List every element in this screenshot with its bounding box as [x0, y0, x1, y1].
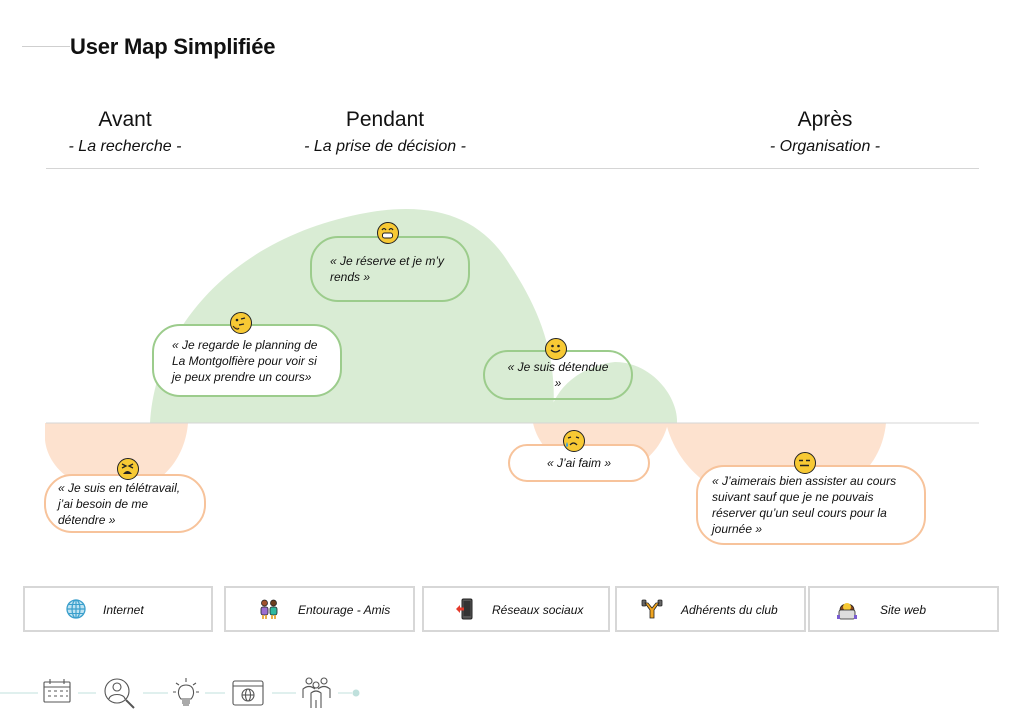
moment-quote: « J’ai faim » [546, 456, 612, 470]
moment-bubble: « J’aimerais bien assister au cours suiv… [696, 465, 926, 545]
timeline-end-dot [352, 689, 360, 697]
moment-quote: « Je réserve et je m’y rends » [330, 254, 445, 284]
channel-entourage: Entourage - Amis [224, 586, 415, 632]
channel-site-web: Site web [808, 586, 999, 632]
channel-label: Entourage - Amis [298, 603, 391, 617]
web-browser-icon [232, 680, 264, 706]
moment-quote: « Je suis détendue » [507, 360, 609, 390]
footer-steps [0, 677, 360, 709]
moment-quote: « J’aimerais bien assister au cours suiv… [712, 474, 897, 536]
channel-reseaux-sociaux: Réseaux sociaux [422, 586, 610, 632]
moment-bubble: « Je suis en télétravail, j’ai besoin de… [44, 474, 206, 533]
weightlifter-icon [641, 599, 663, 619]
channel-label: Internet [103, 603, 144, 617]
expressionless-face-icon [794, 452, 816, 474]
globe-icon [66, 599, 86, 619]
channel-label: Site web [880, 603, 927, 617]
moment-bubble: « Je regarde le planning de La Montgolfi… [152, 324, 342, 397]
calendar-icon [43, 679, 71, 703]
sad-tear-face-icon [563, 430, 585, 452]
two-women-icon [260, 599, 278, 619]
channel-internet: Internet [23, 586, 213, 632]
channel-adherents: Adhérents du club [615, 586, 806, 632]
moment-quote: « Je suis en télétravail, j’ai besoin de… [58, 480, 181, 527]
slightly-smiling-face-icon [545, 338, 567, 360]
mobile-phone-arrow-icon [456, 598, 473, 620]
person-laptop-icon [837, 603, 857, 620]
channel-label: Adhérents du club [681, 603, 778, 617]
user-search-icon [104, 678, 135, 709]
channel-label: Réseaux sociaux [492, 603, 584, 617]
tired-face-icon [117, 458, 139, 480]
group-icon [302, 677, 331, 708]
grinning-face-icon [377, 222, 399, 244]
moment-bubble: « Je réserve et je m’y rends » [310, 236, 470, 302]
moment-quote: « Je regarde le planning de La Montgolfi… [172, 337, 318, 384]
thinking-face-icon [230, 312, 252, 334]
lightbulb-icon [173, 678, 199, 706]
